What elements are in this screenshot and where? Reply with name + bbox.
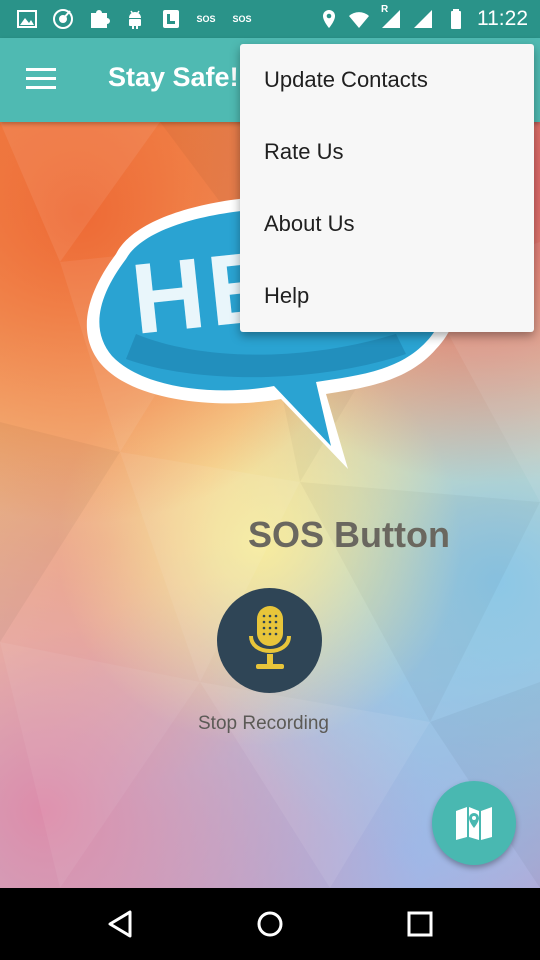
record-button[interactable] bbox=[217, 588, 322, 693]
overflow-menu: Update Contacts Rate Us About Us Help bbox=[240, 44, 534, 332]
recents-icon[interactable] bbox=[402, 906, 438, 942]
hamburger-menu-icon[interactable] bbox=[26, 68, 58, 92]
sos-icon: SOS bbox=[196, 14, 216, 24]
microphone-icon bbox=[249, 606, 291, 669]
sos-icon: SOS bbox=[232, 14, 252, 24]
status-clock: 11:22 bbox=[477, 7, 528, 30]
map-button[interactable] bbox=[432, 781, 516, 865]
puzzle-icon bbox=[91, 10, 110, 28]
menu-item-update-contacts[interactable]: Update Contacts bbox=[240, 44, 534, 116]
menu-item-help[interactable]: Help bbox=[240, 260, 534, 332]
music-icon bbox=[53, 9, 73, 29]
android-icon bbox=[129, 10, 141, 29]
wifi-icon bbox=[349, 12, 369, 28]
sos-title: SOS Button bbox=[248, 514, 450, 555]
home-icon[interactable] bbox=[252, 906, 288, 942]
stop-recording-label: Stop Recording bbox=[198, 713, 329, 734]
navigation-bar bbox=[0, 888, 540, 960]
signal-icon bbox=[414, 10, 432, 28]
battery-icon bbox=[451, 9, 461, 29]
roaming-label: R bbox=[381, 4, 389, 15]
menu-item-rate-us[interactable]: Rate Us bbox=[240, 116, 534, 188]
app-title: Stay Safe! bbox=[108, 62, 239, 92]
status-bar: SOS SOS R 11:22 bbox=[0, 0, 540, 38]
menu-item-about-us[interactable]: About Us bbox=[240, 188, 534, 260]
back-icon[interactable] bbox=[102, 906, 138, 942]
location-icon bbox=[323, 10, 335, 28]
gallery-icon bbox=[17, 10, 37, 28]
map-icon bbox=[456, 807, 492, 840]
card-icon bbox=[163, 10, 179, 28]
